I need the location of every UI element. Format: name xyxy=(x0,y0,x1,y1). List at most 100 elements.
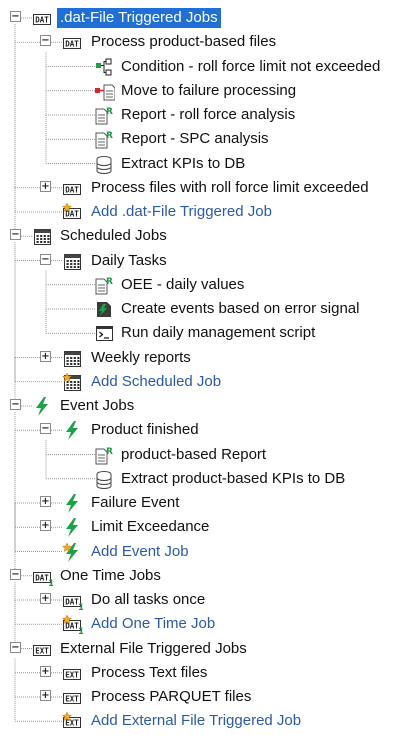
tree-item-label: One Time Jobs xyxy=(60,566,161,584)
tree-item-label: Move to failure processing xyxy=(121,81,297,99)
svg-text:EXT: EXT xyxy=(65,695,79,704)
expand-toggle[interactable]: + xyxy=(40,593,51,604)
tree-item-label: Scheduled Jobs xyxy=(60,227,167,245)
tree-item-label: Failure Event xyxy=(91,494,180,511)
tree-item-product-finished[interactable]: − Product finished xyxy=(0,418,401,442)
expand-toggle[interactable]: + xyxy=(40,690,51,701)
tree-item-extract-product-based-kpis-to-db[interactable]: Extract product-based KPIs to DB xyxy=(0,467,401,491)
tree-item-label: product-based Report xyxy=(121,445,267,463)
collapse-toggle[interactable]: − xyxy=(10,568,21,580)
collapse-toggle[interactable]: − xyxy=(10,11,21,22)
tree-item-external-file-triggered-jobs[interactable]: − EXT External File Triggered Jobs xyxy=(0,637,401,661)
tree-item-weekly-reports[interactable]: + Weekly reports xyxy=(0,346,401,370)
expand-toggle[interactable]: + xyxy=(40,180,51,192)
tree-item-label: Event Jobs xyxy=(60,397,135,414)
tree-item-label: Add Scheduled Job xyxy=(91,372,222,390)
tree-item-oee-daily-values[interactable]: R OEE - daily values xyxy=(0,273,401,297)
svg-text:1: 1 xyxy=(78,603,83,610)
tree-item-one-time-jobs[interactable]: − DAT 1 One Time Jobs xyxy=(0,564,401,589)
svg-text:1: 1 xyxy=(78,627,83,634)
calendar-icon xyxy=(62,251,83,271)
collapse-toggle[interactable]: − xyxy=(40,35,51,47)
tree-item-label: Product finished xyxy=(91,421,199,439)
tree-item-process-parquet-files[interactable]: + EXT Process PARQUET files xyxy=(0,685,401,709)
tree-item-label: Add Event Job xyxy=(91,542,189,560)
tree-item-event-jobs[interactable]: − Event Jobs xyxy=(0,394,401,418)
ext-icon: EXT xyxy=(62,687,83,707)
lightning-icon xyxy=(62,517,83,538)
tree-item-label: Process product-based files xyxy=(91,33,277,51)
tree-item-run-daily-management-script[interactable]: Run daily management script xyxy=(0,321,401,345)
calendar-icon xyxy=(32,226,53,246)
tree-item-label: Create events based on error signal xyxy=(121,300,360,317)
tree-item-failure-event[interactable]: + Failure Event xyxy=(0,491,401,515)
tree-item-process-product-based-files[interactable]: − DAT Process product-based files xyxy=(0,30,401,54)
tree-item-label: Daily Tasks xyxy=(91,251,167,269)
svg-text:EXT: EXT xyxy=(65,719,79,728)
calendar-icon xyxy=(62,348,83,368)
tree-item-label: Extract KPIs to DB xyxy=(121,154,246,172)
dat-icon: DAT xyxy=(62,178,83,198)
dat-add-icon: DAT xyxy=(61,202,83,222)
tree-item-scheduled-jobs[interactable]: − Scheduled Jobs xyxy=(0,224,401,248)
expand-toggle[interactable]: + xyxy=(40,665,51,677)
tree-item-label: Do all tasks once xyxy=(91,591,206,608)
tree-item-dat-file-triggered-jobs[interactable]: − DAT .dat-File Triggered Jobs xyxy=(0,6,401,30)
tree-item-report-spc-analysis[interactable]: R Report - SPC analysis xyxy=(0,127,401,151)
calendar-add-icon xyxy=(61,372,83,392)
tree-item-condition-roll-force-limit-not-exceeded[interactable]: Condition - roll force limit not exceede… xyxy=(0,55,401,79)
expand-toggle[interactable]: + xyxy=(40,520,51,532)
tree-item-report-roll-force-analysis[interactable]: R Report - roll force analysis xyxy=(0,103,401,127)
tree-item-label: External File Triggered Jobs xyxy=(60,639,247,657)
collapse-toggle[interactable]: − xyxy=(10,399,21,410)
expand-toggle[interactable]: + xyxy=(40,496,51,507)
collapse-toggle[interactable]: − xyxy=(10,641,21,653)
svg-text:R: R xyxy=(106,277,113,287)
tree-item-move-to-failure-processing[interactable]: Move to failure processing xyxy=(0,79,401,103)
tree-item-limit-exceedance[interactable]: + Limit Exceedance xyxy=(0,515,401,539)
collapse-toggle[interactable]: − xyxy=(10,229,21,241)
report-icon: R xyxy=(94,129,115,149)
dat-icon: DAT xyxy=(32,8,53,28)
svg-text:R: R xyxy=(106,447,113,457)
tree-item-add-scheduled-job[interactable]: Add Scheduled Job xyxy=(0,370,401,394)
tree-item-add-dat-file-triggered-job[interactable]: DAT Add .dat-File Triggered Job xyxy=(0,200,401,224)
tree-item-label: Add External File Triggered Job xyxy=(91,712,302,730)
event-create-icon xyxy=(94,299,115,319)
tree-item-label: Add .dat-File Triggered Job xyxy=(91,203,272,220)
tree-item-extract-kpis-to-db[interactable]: Extract KPIs to DB xyxy=(0,152,401,176)
svg-text:DAT: DAT xyxy=(35,16,49,25)
tree-item-label: Weekly reports xyxy=(91,348,191,366)
tree-item-label: Report - roll force analysis xyxy=(121,106,296,123)
tree-item-create-events-based-on-error-signal[interactable]: Create events based on error signal xyxy=(0,297,401,321)
ext-icon: EXT xyxy=(32,639,53,659)
lightning-add-icon xyxy=(61,541,83,562)
expand-toggle[interactable]: + xyxy=(40,350,51,362)
tree-item-product-based-report[interactable]: Rproduct-based Report xyxy=(0,443,401,467)
tree-item-add-one-time-job[interactable]: DAT 1 Add One Time Job xyxy=(0,612,401,637)
report-icon: R xyxy=(94,275,115,295)
report-icon: R xyxy=(94,445,115,465)
collapse-toggle[interactable]: − xyxy=(40,423,51,435)
tree-item-label: .dat-File Triggered Jobs xyxy=(57,8,221,28)
tree-item-do-all-tasks-once[interactable]: + DAT 1 Do all tasks once xyxy=(0,588,401,613)
dat1-icon: DAT 1 xyxy=(62,590,84,613)
tree-item-process-text-files[interactable]: + EXT Process Text files xyxy=(0,661,401,685)
tree-item-add-event-job[interactable]: Add Event Job xyxy=(0,540,401,564)
lightning-icon xyxy=(62,420,83,441)
report-icon: R xyxy=(94,105,115,125)
tree-item-label: Run daily management script xyxy=(121,324,316,342)
condition-icon xyxy=(94,57,115,77)
svg-text:DAT: DAT xyxy=(65,185,79,194)
tree-item-label: Extract product-based KPIs to DB xyxy=(121,469,346,487)
tree-item-label: Limit Exceedance xyxy=(91,518,210,536)
dat-icon: DAT xyxy=(62,32,83,52)
job-tree: − DAT .dat-File Triggered Jobs − DAT Proces… xyxy=(0,0,401,730)
collapse-toggle[interactable]: − xyxy=(40,253,51,265)
database-icon xyxy=(94,154,115,174)
ext-icon: EXT xyxy=(62,663,83,683)
tree-item-process-files-with-roll-force-limit-exceeded[interactable]: + DAT Process files with roll force limit… xyxy=(0,176,401,200)
lightning-icon xyxy=(32,396,53,416)
tree-item-label: Process files with roll force limit exce… xyxy=(91,178,369,196)
tree-item-daily-tasks[interactable]: − Daily Tasks xyxy=(0,249,401,273)
